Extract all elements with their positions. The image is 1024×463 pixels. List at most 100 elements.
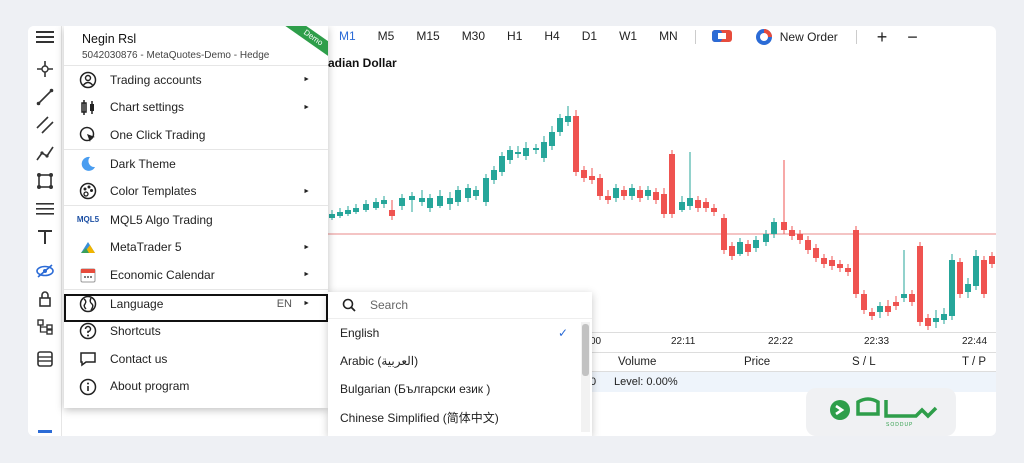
timeframe-m15[interactable]: M15 [405,26,450,48]
soddup-logo: SODDUP [806,388,956,436]
lock-icon[interactable] [34,288,56,310]
text-tool-icon[interactable] [34,226,56,248]
language-item-chinese-simplified[interactable]: Chinese Simplified (简体中文) [328,403,592,431]
candle-body [893,302,899,306]
menu-item-trading-accounts[interactable]: Trading accounts ► [64,66,328,94]
candle-body [853,230,859,294]
menu-item-label: Dark Theme [110,156,176,171]
candle-body [695,200,701,208]
menu-item-color-templates[interactable]: Color Templates ► [64,177,328,205]
account-icon [79,71,97,89]
time-axis-label: 22:44 [962,336,988,347]
menu-item-chart-settings[interactable]: Chart settings ► [64,94,328,122]
language-label: English [340,326,380,340]
candle-body [949,260,955,316]
candle-body [645,190,651,196]
layers-icon[interactable] [34,348,56,370]
timeframe-toolbar: M1 M5 M15 M30 H1 H4 D1 W1 MN New Order +… [328,26,996,48]
submenu-arrow-icon: ► [303,271,310,279]
submenu-scrollbar[interactable] [581,322,590,432]
candle-body [917,246,923,322]
candle-body [821,258,827,264]
language-item-arabic[interactable]: Arabic (العربية) [328,347,592,375]
candle-body [565,116,571,122]
menu-item-label: Economic Calendar [110,267,215,282]
candle-body [861,294,867,310]
candle-body [941,314,947,320]
candle-body [345,210,351,214]
candle-body [363,204,369,210]
language-item-english[interactable]: English ✓ [328,319,592,347]
channel-icon[interactable] [34,114,56,136]
fibonacci-icon[interactable] [34,198,56,220]
one-click-icon [79,126,97,144]
candle-body [549,132,555,146]
menu-item-one-click-trading[interactable]: One Click Trading [64,121,328,149]
menu-item-metatrader5[interactable]: MetaTrader 5 ► [64,234,328,262]
candle-body [353,208,359,212]
toolbar-separator [855,30,857,44]
timeframe-w1[interactable]: W1 [608,26,648,48]
timeframe-m1[interactable]: M1 [328,26,367,48]
soddup-logo-icon [830,397,938,420]
candle-body [515,152,521,154]
mql5-icon: MQL5 [76,215,100,225]
candle-body [573,116,579,172]
rectangle-tool-icon[interactable] [34,170,56,192]
submenu-arrow-icon: ► [303,103,310,111]
crosshair-icon[interactable] [34,58,56,80]
candle-body [981,260,987,294]
menu-item-dark-theme[interactable]: Dark Theme [64,150,328,178]
chart-type-icon[interactable] [702,29,742,45]
candle-body [399,198,405,206]
column-tp: T / P [962,356,987,368]
language-label: Arabic (العربية) [340,354,419,368]
timeframe-m30[interactable]: M30 [451,26,496,48]
candle-body [721,218,727,250]
timeframe-h1[interactable]: H1 [496,26,533,48]
candle-body [973,256,979,286]
candle-body [483,178,489,202]
object-tree-icon[interactable] [34,316,56,338]
language-search[interactable]: Search [328,292,592,319]
candle-body [337,212,343,216]
polyline-icon[interactable] [34,142,56,164]
candle-body [533,148,539,150]
menu-item-mql5[interactable]: MQL5 MQL5 Algo Trading [64,206,328,234]
menu-item-economic-calendar[interactable]: Economic Calendar ► [64,261,328,289]
menu-item-contact-us[interactable]: Contact us [64,345,328,373]
zoom-in-button[interactable]: + [863,27,902,48]
candle-body [797,234,803,240]
timeframe-d1[interactable]: D1 [571,26,608,48]
hamburger-icon[interactable] [34,26,56,48]
scrollbar-thumb[interactable] [582,324,589,376]
new-order-button[interactable]: New Order [742,27,850,47]
account-header[interactable]: Negin Rsl 5042030876 - MetaQuotes-Demo -… [64,26,328,66]
candle-body [447,198,453,204]
timeframe-m5[interactable]: M5 [367,26,406,48]
zoom-out-button[interactable]: − [901,27,924,48]
candle-body [621,190,627,196]
column-price: Price [744,356,771,368]
language-item-bulgarian[interactable]: Bulgarian (Български език ) [328,375,592,403]
candle-body [597,178,603,196]
level-text: Level: 0.00% [614,376,678,388]
trendline-icon[interactable] [34,86,56,108]
menu-item-label: Color Templates [110,184,197,199]
eye-hide-icon[interactable] [34,260,56,282]
menu-item-about[interactable]: About program [64,373,328,401]
account-name: Negin Rsl [82,32,137,46]
menu-item-label: Trading accounts [110,72,202,87]
language-label: Bulgarian (Български език ) [340,382,491,396]
timeframe-mn[interactable]: MN [648,26,689,48]
candle-body [753,240,759,248]
candle-body [965,284,971,292]
candle-body [845,268,851,272]
submenu-arrow-icon: ► [303,243,310,251]
account-details: 5042030876 - MetaQuotes-Demo - Hedge [82,50,270,61]
metatrader-icon [79,239,97,257]
candle-body [877,306,883,312]
candle-body [805,240,811,250]
timeframe-h4[interactable]: H4 [533,26,570,48]
submenu-arrow-icon: ► [303,76,310,84]
